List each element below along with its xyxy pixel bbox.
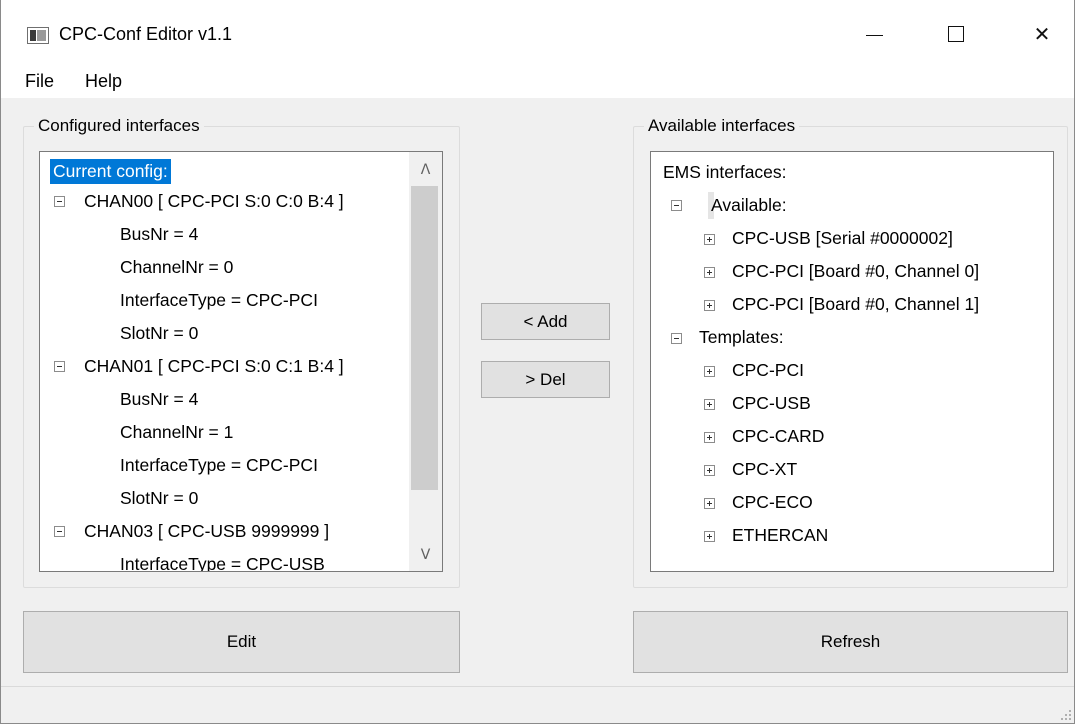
- tree-leaf[interactable]: InterfaceType = CPC-USB: [40, 548, 410, 572]
- window-title: CPC-Conf Editor v1.1: [59, 24, 233, 44]
- tree-node-label: CPC-CARD: [732, 426, 825, 446]
- expand-icon[interactable]: [704, 399, 715, 410]
- refresh-button[interactable]: Refresh: [633, 611, 1068, 673]
- configured-tree[interactable]: Current config: CHAN00 [ CPC-PCI S:0 C:0…: [39, 151, 443, 572]
- tree-node-template-item[interactable]: CPC-PCI: [651, 354, 1051, 387]
- tree-node-label: CPC-ECO: [732, 492, 813, 512]
- collapse-icon[interactable]: [671, 333, 682, 344]
- tree-node-label: ETHERCAN: [732, 525, 829, 545]
- tree-node-label: CPC-PCI [Board #0, Channel 1]: [732, 294, 980, 314]
- tree-leaf[interactable]: BusNr = 4: [40, 383, 410, 416]
- tree-root-label: EMS interfaces:: [663, 162, 787, 182]
- minimize-button[interactable]: [847, 12, 901, 56]
- tree-node-label: CPC-USB [Serial #0000002]: [732, 228, 953, 248]
- expand-icon[interactable]: [704, 432, 715, 443]
- expand-icon[interactable]: [704, 465, 715, 476]
- configured-tree-scrollbar[interactable]: ᐱ ᐯ: [409, 152, 442, 571]
- expand-icon[interactable]: [704, 234, 715, 245]
- menu-help[interactable]: Help: [83, 71, 124, 92]
- minimize-icon: [865, 34, 883, 36]
- expand-icon[interactable]: [704, 498, 715, 509]
- expand-icon[interactable]: [704, 531, 715, 542]
- tree-node-chan01[interactable]: CHAN01 [ CPC-PCI S:0 C:1 B:4 ]: [40, 350, 410, 383]
- main-window: CPC-Conf Editor v1.1 ✕ File Help Configu…: [0, 0, 1075, 724]
- collapse-icon[interactable]: [671, 200, 682, 211]
- tree-leaf[interactable]: InterfaceType = CPC-PCI: [40, 284, 410, 317]
- tree-node-label: Templates:: [699, 327, 784, 347]
- tree-leaf-label: SlotNr = 0: [120, 323, 199, 343]
- tree-node-available-item[interactable]: CPC-USB [Serial #0000002]: [651, 222, 1051, 255]
- tree-leaf-label: InterfaceType = CPC-PCI: [120, 455, 318, 475]
- collapse-icon[interactable]: [54, 526, 65, 537]
- tree-leaf[interactable]: BusNr = 4: [40, 218, 410, 251]
- add-button[interactable]: < Add: [481, 303, 610, 340]
- configured-interfaces-title: Configured interfaces: [34, 116, 204, 136]
- available-interfaces-title: Available interfaces: [644, 116, 800, 136]
- tree-leaf-label: ChannelNr = 1: [120, 422, 234, 442]
- collapse-icon[interactable]: [54, 361, 65, 372]
- tree-node-label: CPC-PCI: [732, 360, 804, 380]
- title-bar[interactable]: CPC-Conf Editor v1.1 ✕: [1, 0, 1074, 68]
- tree-node-template-item[interactable]: CPC-ECO: [651, 486, 1051, 519]
- tree-node-chan03[interactable]: CHAN03 [ CPC-USB 9999999 ]: [40, 515, 410, 548]
- tree-root-current-config[interactable]: Current config:: [50, 159, 171, 184]
- delete-button[interactable]: > Del: [481, 361, 610, 398]
- edit-button[interactable]: Edit: [23, 611, 460, 673]
- tree-node-label: CPC-XT: [732, 459, 798, 479]
- tree-leaf-label: InterfaceType = CPC-PCI: [120, 290, 318, 310]
- maximize-button[interactable]: [929, 12, 983, 56]
- tree-node-template-item[interactable]: CPC-CARD: [651, 420, 1051, 453]
- tree-leaf-label: BusNr = 4: [120, 224, 199, 244]
- tree-root-ems-interfaces[interactable]: EMS interfaces:: [651, 156, 1051, 189]
- tree-leaf-label: ChannelNr = 0: [120, 257, 234, 277]
- tree-leaf[interactable]: SlotNr = 0: [40, 482, 410, 515]
- expand-icon[interactable]: [704, 267, 715, 278]
- tree-node-label: CHAN01 [ CPC-PCI S:0 C:1 B:4 ]: [84, 356, 344, 376]
- tree-node-label: CHAN00 [ CPC-PCI S:0 C:0 B:4 ]: [84, 191, 344, 211]
- maximize-icon: [948, 26, 964, 42]
- tree-node-label: CPC-USB: [732, 393, 811, 413]
- tree-leaf-label: SlotNr = 0: [120, 488, 199, 508]
- menu-file[interactable]: File: [23, 71, 56, 92]
- status-bar: [1, 686, 1074, 723]
- tree-node-chan00[interactable]: CHAN00 [ CPC-PCI S:0 C:0 B:4 ]: [40, 185, 410, 218]
- tree-leaf-label: InterfaceType = CPC-USB: [120, 554, 325, 572]
- app-window-icon: [27, 27, 49, 44]
- expand-icon[interactable]: [704, 366, 715, 377]
- scrollbar-thumb[interactable]: [411, 186, 438, 490]
- tree-node-template-item[interactable]: ETHERCAN: [651, 519, 1051, 552]
- available-tree[interactable]: EMS interfaces: Available: CPC-USB [Seri…: [650, 151, 1054, 572]
- tree-leaf[interactable]: ChannelNr = 0: [40, 251, 410, 284]
- tree-leaf-label: BusNr = 4: [120, 389, 199, 409]
- menu-bar: File Help: [1, 68, 1074, 98]
- tree-node-template-item[interactable]: CPC-XT: [651, 453, 1051, 486]
- tree-node-templates[interactable]: Templates:: [651, 321, 1051, 354]
- scroll-down-arrow-icon[interactable]: ᐯ: [409, 537, 442, 571]
- tree-leaf[interactable]: InterfaceType = CPC-PCI: [40, 449, 410, 482]
- tree-node-label: CPC-PCI [Board #0, Channel 0]: [732, 261, 980, 281]
- tree-node-label: CHAN03 [ CPC-USB 9999999 ]: [84, 521, 330, 541]
- close-icon: ✕: [1033, 23, 1051, 46]
- tree-leaf[interactable]: SlotNr = 0: [40, 317, 410, 350]
- resize-grip-icon[interactable]: [1061, 710, 1071, 720]
- tree-node-available-label: Available:: [711, 195, 787, 215]
- expand-icon[interactable]: [704, 300, 715, 311]
- collapse-icon[interactable]: [54, 196, 65, 207]
- tree-leaf[interactable]: ChannelNr = 1: [40, 416, 410, 449]
- scroll-up-arrow-icon[interactable]: ᐱ: [409, 152, 442, 186]
- tree-node-available-item[interactable]: CPC-PCI [Board #0, Channel 0]: [651, 255, 1051, 288]
- tree-node-template-item[interactable]: CPC-USB: [651, 387, 1051, 420]
- tree-node-available-item[interactable]: CPC-PCI [Board #0, Channel 1]: [651, 288, 1051, 321]
- close-button[interactable]: ✕: [1015, 12, 1069, 56]
